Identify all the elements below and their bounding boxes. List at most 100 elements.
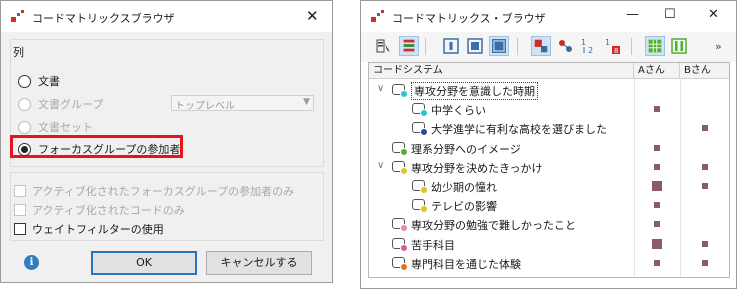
radio-label: 文書セット [38, 121, 93, 134]
browser-title: コードマトリックス・ブラウザ [392, 12, 546, 25]
checkbox[interactable] [14, 185, 26, 197]
matrix-cell-b[interactable] [702, 240, 708, 247]
checkbox-label: アクティブ化されたフォーカスグループの参加者のみ [32, 185, 295, 198]
matrix-row[interactable]: 専攻分野の勉強で難しかったこと [369, 215, 729, 234]
dialog-title-bar: コードマトリックスブラウザ ✕ [1, 1, 332, 32]
info-icon[interactable]: i [24, 255, 39, 270]
radio-label: 文書グループ [38, 98, 104, 111]
code-matrix-grid: コードシステム Aさん Bさん ∨ 専攻分野を意識した時期中学くらい大学進学に有利… [368, 62, 730, 278]
code-color-dot [400, 262, 408, 271]
browser-title-bar: コードマトリックス・ブラウザ — ☐ ✕ [361, 1, 736, 32]
square-view-icon[interactable] [465, 36, 485, 56]
matrix-cell-a[interactable] [654, 144, 660, 151]
checkbox-activated-codes-only[interactable]: アクティブ化されたコードのみ [14, 202, 185, 218]
sort-one-two-icon[interactable]: 1 2 [579, 36, 599, 56]
matrix-cell-b[interactable] [702, 163, 708, 170]
code-color-dot [420, 186, 428, 194]
matrix-cell-a[interactable] [654, 259, 660, 266]
code-matrix-browser-dialog: コードマトリックスブラウザ ✕ 列 文書 文書グループ トップレベル ▼ 文書セ… [0, 0, 333, 283]
code-label: 専門科目を通じた体験 [411, 257, 521, 271]
matrix-row[interactable]: 専門科目を通じた体験 [369, 254, 729, 273]
checkbox[interactable] [14, 204, 26, 216]
node-link-icon[interactable] [555, 36, 575, 56]
filled-square-icon[interactable] [489, 36, 509, 56]
matrix-row[interactable]: 苦手科目 [369, 235, 729, 254]
radio-button[interactable] [18, 120, 31, 134]
code-color-dot [420, 128, 428, 137]
checkbox-use-weight-filter[interactable]: ウェイトフィルターの使用 [14, 221, 164, 237]
code-color-dot [420, 205, 428, 214]
matrix-cell-a[interactable] [654, 106, 660, 113]
toolbar-separator [517, 38, 518, 55]
sort-one-eight-icon[interactable]: 1 8 [603, 36, 623, 56]
matrix-row[interactable]: 理系分野へのイメージ [369, 139, 729, 158]
checkbox-activated-participants-only[interactable]: アクティブ化されたフォーカスグループの参加者のみ [14, 183, 294, 199]
code-tag-icon [412, 199, 428, 214]
code-tag-icon [392, 256, 408, 271]
radio-documents[interactable]: 文書 [18, 73, 60, 89]
column-header-b[interactable]: Bさん [680, 63, 729, 79]
column-header-a[interactable]: Aさん [634, 63, 680, 79]
matrix-row[interactable]: 中学くらい [369, 100, 729, 119]
maximize-icon[interactable]: ☐ [664, 7, 676, 22]
code-list-icon[interactable] [374, 36, 394, 56]
doc-list-icon[interactable] [399, 36, 419, 56]
code-label: 専攻分野の勉強で難しかったこと [411, 219, 576, 233]
matrix-cell-a[interactable] [654, 221, 660, 228]
code-label: 中学くらい [431, 104, 486, 118]
toolbar-separator [631, 38, 632, 55]
cancel-button[interactable]: キャンセルする [206, 251, 312, 275]
minimize-icon[interactable]: — [626, 7, 639, 22]
chevron-down-icon[interactable]: ∨ [377, 160, 384, 171]
close-icon[interactable]: ✕ [306, 7, 319, 25]
code-label: 専攻分野を意識した時期 [411, 82, 538, 100]
matrix-row[interactable]: ∨ 専攻分野を決めたきっかけ [369, 158, 729, 177]
column-header-code-system[interactable]: コードシステム [369, 63, 634, 79]
code-color-dot [400, 90, 408, 98]
svg-text:1: 1 [581, 38, 586, 47]
close-icon[interactable]: ✕ [708, 7, 719, 22]
code-label: 苦手科目 [411, 238, 455, 252]
matrix-row[interactable]: ∨ 専攻分野を意識した時期 [369, 81, 729, 100]
toolbar-overflow-icon[interactable]: » [715, 40, 722, 53]
columns-icon[interactable] [669, 36, 689, 56]
code-label: 理系分野へのイメージ [411, 142, 521, 156]
grid-icon[interactable] [645, 36, 665, 56]
matrix-row[interactable]: 大学進学に有利な高校を選びました [369, 119, 729, 138]
radio-button[interactable] [18, 142, 31, 156]
document-group-level-select[interactable]: トップレベル ▼ [171, 95, 314, 112]
matrix-cell-b[interactable] [702, 183, 708, 189]
matrix-cell-a[interactable] [652, 181, 662, 191]
radio-label: 文書 [38, 75, 60, 88]
chevron-down-icon[interactable]: ∨ [377, 83, 384, 94]
matrix-cell-b[interactable] [702, 125, 708, 132]
checkbox[interactable] [14, 223, 26, 235]
radio-button[interactable] [18, 74, 31, 88]
code-label: 大学進学に有利な高校を選びました [431, 123, 607, 137]
app-icon [11, 10, 24, 22]
code-matrix-browser-window: コードマトリックス・ブラウザ — ☐ ✕ 1 2 1 8 » コードシステム A… [360, 0, 737, 289]
radio-button[interactable] [18, 97, 31, 111]
code-color-dot [400, 147, 408, 156]
radio-focus-group-participants[interactable]: フォーカスグループの参加者 [18, 141, 180, 157]
code-label: 専攻分野を決めたきっかけ [411, 161, 543, 175]
matrix-row[interactable]: 幼少期の憧れ [369, 177, 729, 196]
matrix-cell-a[interactable] [654, 163, 660, 170]
svg-text:8: 8 [614, 47, 618, 55]
matrix-row[interactable]: テレビの影響 [369, 196, 729, 215]
matrix-cell-a[interactable] [652, 238, 662, 249]
svg-text:2: 2 [588, 46, 593, 55]
browser-toolbar: 1 2 1 8 » [361, 32, 736, 62]
matrix-cell-b[interactable] [702, 259, 708, 266]
ok-button[interactable]: OK [91, 251, 197, 275]
checkbox-label: ウェイトフィルターの使用 [32, 223, 164, 236]
matrix-cell-a[interactable] [654, 202, 660, 209]
radio-document-sets[interactable]: 文書セット [18, 119, 93, 135]
code-tag-icon [392, 237, 408, 252]
node-icon[interactable] [531, 36, 551, 56]
code-tag-icon [392, 84, 408, 98]
radio-label: フォーカスグループの参加者 [38, 143, 181, 156]
radio-document-groups[interactable]: 文書グループ [18, 96, 103, 112]
dialog-title: コードマトリックスブラウザ [32, 12, 175, 25]
column-view-icon[interactable] [441, 36, 461, 56]
